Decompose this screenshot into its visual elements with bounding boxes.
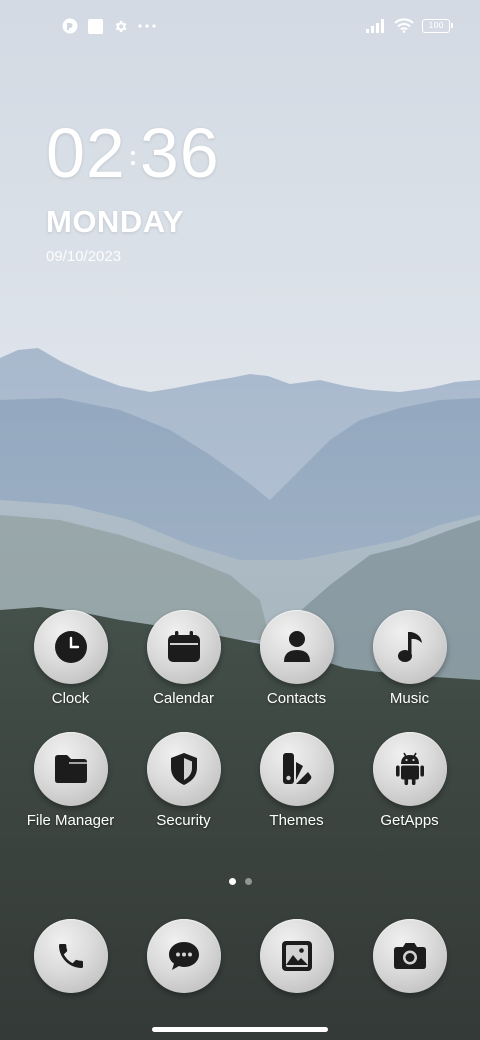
app-themes[interactable]: Themes [240,732,353,829]
app-clock[interactable]: Clock [14,610,127,707]
app-label: Security [156,812,211,829]
clock-day: MONDAY [46,204,184,239]
camera-icon[interactable] [372,919,447,993]
app-label: Music [389,690,430,707]
dock-gallery[interactable] [240,919,353,993]
android-icon[interactable] [372,732,447,806]
battery-level-text: 100 [422,18,453,33]
gallery-icon[interactable] [259,919,334,993]
clock-time: 02 36 [46,118,220,188]
clock-separator [130,151,135,165]
dock-camera[interactable] [353,919,466,993]
app-notification-icon [62,18,78,34]
app-label: Contacts [266,690,327,707]
shield-icon[interactable] [146,732,221,806]
home-gesture-bar[interactable] [152,1027,328,1032]
status-bar: 100 [0,0,480,56]
app-label: Clock [51,690,90,707]
settings-gear-icon [113,19,128,34]
app-label: GetApps [380,812,439,829]
signal-bars-icon [366,18,386,33]
app-label: Themes [269,812,324,829]
themes-icon[interactable] [259,732,334,806]
app-contacts[interactable]: Contacts [240,610,353,707]
clock-date: 09/10/2023 [46,248,122,265]
music-icon[interactable] [372,610,447,684]
app-label: Calendar [153,690,214,707]
app-calendar[interactable]: Calendar [127,610,240,707]
clock-icon[interactable] [33,610,108,684]
page-indicator [0,878,480,885]
clock-hour: 02 [46,114,126,192]
contacts-icon[interactable] [259,610,334,684]
page-dot-active[interactable] [228,878,236,885]
messages-icon[interactable] [146,919,221,993]
clock-widget[interactable]: 02 36 MONDAY 09/10/2023 [46,118,220,265]
page-dot[interactable] [244,878,252,885]
phone-icon[interactable] [33,919,108,993]
app-grid: Clock Calendar Contacts Music File Manag… [14,610,466,829]
square-notification-icon [88,18,103,34]
more-dots-icon [138,23,156,29]
calendar-icon[interactable] [146,610,221,684]
dock [14,919,466,993]
clock-minute: 36 [139,114,220,192]
dock-messages[interactable] [127,919,240,993]
dock-phone[interactable] [14,919,127,993]
app-getapps[interactable]: GetApps [353,732,466,829]
app-music[interactable]: Music [353,610,466,707]
app-security[interactable]: Security [127,732,240,829]
wifi-icon [394,18,414,33]
folder-icon[interactable] [33,732,108,806]
battery-indicator: 100 [422,18,453,33]
app-label: File Manager [26,812,115,829]
app-file-manager[interactable]: File Manager [14,732,127,829]
